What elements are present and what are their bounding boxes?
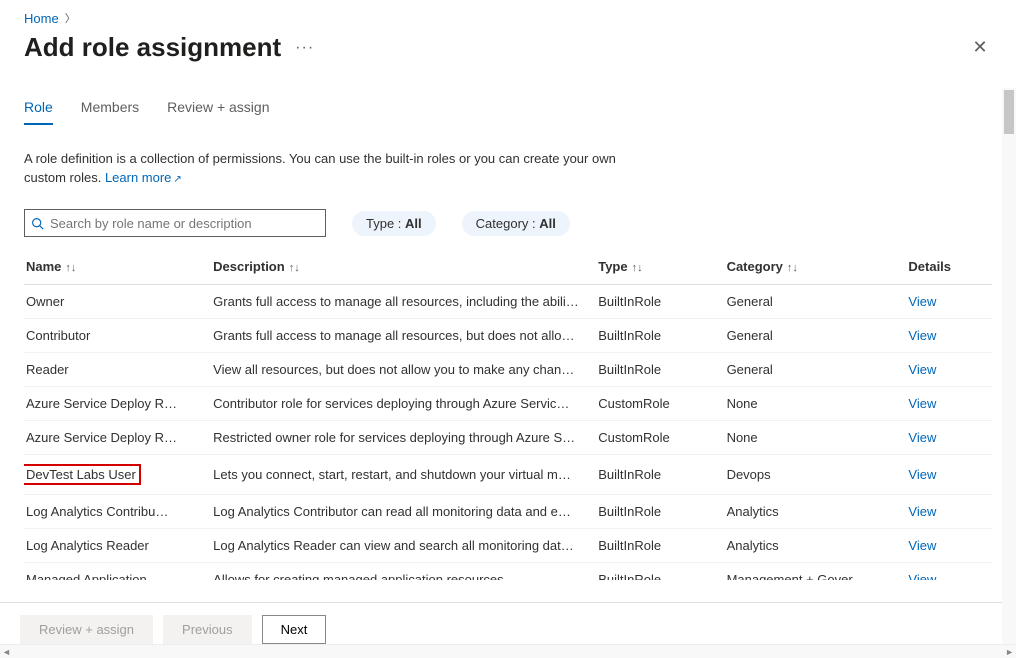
table-row[interactable]: Managed Application …Allows for creating…	[24, 563, 992, 581]
view-details-link[interactable]: View	[908, 362, 936, 377]
sort-icon: ↑↓	[632, 262, 643, 274]
chevron-right-icon: 〉	[65, 10, 76, 26]
table-row[interactable]: Azure Service Deploy R…Contributor role …	[24, 387, 992, 421]
role-name-cell: Owner	[24, 285, 211, 319]
role-type-cell: BuiltInRole	[596, 563, 724, 581]
next-button[interactable]: Next	[262, 615, 327, 644]
roles-table: Name↑↓ Description↑↓ Type↑↓ Category↑↓ D…	[24, 251, 992, 580]
role-type-cell: BuiltInRole	[596, 495, 724, 529]
tab-role[interactable]: Role	[24, 99, 53, 125]
column-description[interactable]: Description↑↓	[211, 251, 596, 285]
sort-icon: ↑↓	[787, 262, 798, 274]
sort-icon: ↑↓	[65, 262, 76, 274]
highlighted-role: DevTest Labs User	[24, 464, 141, 485]
search-icon	[31, 217, 44, 230]
scroll-thumb[interactable]	[1004, 90, 1014, 134]
role-name-cell: Log Analytics Reader	[24, 529, 211, 563]
role-type-cell: BuiltInRole	[596, 529, 724, 563]
table-row[interactable]: ContributorGrants full access to manage …	[24, 319, 992, 353]
table-row[interactable]: ReaderView all resources, but does not a…	[24, 353, 992, 387]
role-category-cell: None	[725, 387, 907, 421]
role-desc-cell: Contributor role for services deploying …	[211, 387, 596, 421]
breadcrumb-home-link[interactable]: Home	[24, 11, 59, 26]
role-category-cell: Analytics	[725, 529, 907, 563]
breadcrumb: Home 〉	[24, 10, 992, 26]
tab-members[interactable]: Members	[81, 99, 139, 125]
filter-category-pill[interactable]: Category : All	[462, 211, 570, 236]
view-details-link[interactable]: View	[908, 294, 936, 309]
view-details-link[interactable]: View	[908, 504, 936, 519]
tabs: Role Members Review + assign	[24, 99, 992, 125]
view-details-link[interactable]: View	[908, 538, 936, 553]
description-text: A role definition is a collection of per…	[24, 149, 644, 189]
role-category-cell: Devops	[725, 455, 907, 495]
role-desc-cell: View all resources, but does not allow y…	[211, 353, 596, 387]
role-name-cell: Azure Service Deploy R…	[24, 387, 211, 421]
role-type-cell: BuiltInRole	[596, 353, 724, 387]
search-input[interactable]	[50, 216, 319, 231]
role-type-cell: BuiltInRole	[596, 285, 724, 319]
page-title: Add role assignment	[24, 32, 281, 63]
role-type-cell: BuiltInRole	[596, 319, 724, 353]
table-row[interactable]: DevTest Labs User Lets you connect, start…	[24, 455, 992, 495]
role-type-cell: CustomRole	[596, 387, 724, 421]
role-desc-cell: Restricted owner role for services deplo…	[211, 421, 596, 455]
role-category-cell: General	[725, 319, 907, 353]
table-row[interactable]: Azure Service Deploy R…Restricted owner …	[24, 421, 992, 455]
scroll-left-icon[interactable]: ◄	[2, 647, 11, 657]
sort-icon: ↑↓	[289, 262, 300, 274]
role-desc-cell: Grants full access to manage all resourc…	[211, 285, 596, 319]
review-assign-button[interactable]: Review + assign	[20, 615, 153, 644]
role-desc-cell: Grants full access to manage all resourc…	[211, 319, 596, 353]
scroll-right-icon[interactable]: ►	[1005, 647, 1014, 657]
search-input-container[interactable]	[24, 209, 326, 237]
column-details: Details	[906, 251, 992, 285]
role-name-cell: Managed Application …	[24, 563, 211, 581]
role-desc-cell: Lets you connect, start, restart, and sh…	[211, 455, 596, 495]
role-name-cell: Contributor	[24, 319, 211, 353]
footer-buttons: Review + assign Previous Next	[0, 602, 1016, 644]
table-row[interactable]: Log Analytics Contribu…Log Analytics Con…	[24, 495, 992, 529]
learn-more-link[interactable]: Learn more↗	[105, 170, 182, 185]
role-category-cell: General	[725, 353, 907, 387]
table-row[interactable]: OwnerGrants full access to manage all re…	[24, 285, 992, 319]
role-type-cell: CustomRole	[596, 421, 724, 455]
filter-type-pill[interactable]: Type : All	[352, 211, 436, 236]
role-desc-cell: Log Analytics Reader can view and search…	[211, 529, 596, 563]
view-details-link[interactable]: View	[908, 572, 936, 580]
role-type-cell: BuiltInRole	[596, 455, 724, 495]
role-name-cell: Reader	[24, 353, 211, 387]
role-name-cell: Log Analytics Contribu…	[24, 495, 211, 529]
external-link-icon: ↗	[173, 174, 181, 185]
tab-review-assign[interactable]: Review + assign	[167, 99, 269, 125]
table-row[interactable]: Log Analytics ReaderLog Analytics Reader…	[24, 529, 992, 563]
role-desc-cell: Allows for creating managed application …	[211, 563, 596, 581]
close-icon[interactable]: ✕	[968, 36, 992, 60]
role-category-cell: Management + Gover…	[725, 563, 907, 581]
role-name-cell: DevTest Labs User	[24, 455, 211, 495]
view-details-link[interactable]: View	[908, 328, 936, 343]
role-category-cell: Analytics	[725, 495, 907, 529]
role-name-cell: Azure Service Deploy R…	[24, 421, 211, 455]
horizontal-scrollbar[interactable]: ◄ ►	[0, 644, 1016, 658]
role-desc-cell: Log Analytics Contributor can read all m…	[211, 495, 596, 529]
more-actions-button[interactable]: ···	[295, 39, 314, 57]
view-details-link[interactable]: View	[908, 467, 936, 482]
column-name[interactable]: Name↑↓	[24, 251, 211, 285]
role-category-cell: General	[725, 285, 907, 319]
view-details-link[interactable]: View	[908, 430, 936, 445]
previous-button[interactable]: Previous	[163, 615, 252, 644]
role-category-cell: None	[725, 421, 907, 455]
column-type[interactable]: Type↑↓	[596, 251, 724, 285]
vertical-scrollbar[interactable]	[1002, 88, 1016, 644]
view-details-link[interactable]: View	[908, 396, 936, 411]
column-category[interactable]: Category↑↓	[725, 251, 907, 285]
